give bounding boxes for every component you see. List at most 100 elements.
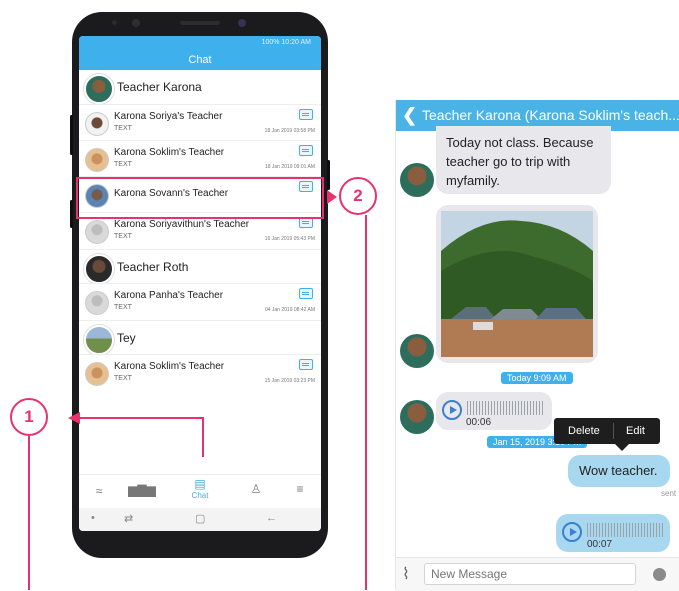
highlight-box — [76, 177, 324, 219]
chat-row[interactable]: Karona Panha's Teacher TEXT 04 Jan 2019 … — [79, 283, 321, 320]
avatar — [400, 334, 434, 368]
power-button — [327, 160, 330, 190]
message-text: Today not class. Because teacher go to t… — [446, 135, 594, 188]
app-bar-title: Chat — [79, 50, 321, 70]
landscape-photo — [441, 211, 593, 357]
avatar — [85, 362, 109, 386]
avatar — [85, 148, 109, 172]
callout-1: 1 — [10, 398, 48, 436]
chat-row[interactable]: Karona Soklim's Teacher TEXT 18 Jan 2019… — [79, 140, 321, 177]
edit-menu-item[interactable]: Edit — [626, 418, 645, 444]
android-nav-bar: • ⇄ ▢ ← — [79, 508, 321, 531]
tab-home-icon[interactable]: ≈ — [84, 484, 114, 498]
attach-icon[interactable]: ⌇ — [402, 564, 410, 584]
chat-date: 16 Jan 2019 05:43 PM — [264, 236, 315, 242]
group-name: Tey — [117, 331, 136, 345]
callout-2-line — [365, 215, 367, 590]
dot-icon[interactable]: • — [91, 512, 95, 524]
avatar — [85, 220, 109, 244]
group-header-teacher-karona[interactable]: Teacher Karona — [79, 70, 321, 104]
avatar — [85, 112, 109, 136]
chat-name: Karona Panha's Teacher — [114, 290, 224, 301]
bottom-tab-bar: ≈ ▆▇▆ ▤ Chat ♙ ≡ — [79, 474, 321, 509]
tab-chat-label: Chat — [191, 491, 209, 500]
chat-row[interactable]: Karona Soriya's Teacher TEXT 18 Jan 2019… — [79, 104, 321, 141]
bixby-button — [70, 200, 73, 228]
avatar — [84, 74, 114, 104]
chat-name: Karona Soklim's Teacher — [114, 361, 225, 372]
chat-type: TEXT — [114, 161, 132, 168]
chat-type: TEXT — [114, 304, 132, 311]
delete-menu-item[interactable]: Delete — [568, 418, 600, 444]
chat-row[interactable]: Karona Soklim's Teacher TEXT 15 Jan 2019… — [79, 354, 321, 391]
image-bubble[interactable] — [436, 205, 598, 363]
chat-name: Karona Soriyavithun's Teacher — [114, 219, 250, 230]
status-text: 100% 10:20 AM — [261, 39, 311, 46]
status-bar: 100% 10:20 AM — [79, 36, 321, 50]
audio-waveform — [467, 401, 545, 415]
play-icon[interactable] — [442, 400, 462, 420]
avatar — [400, 163, 434, 197]
tab-school-icon[interactable]: ▆▇▆ — [127, 483, 157, 497]
context-menu: Delete Edit — [554, 418, 660, 444]
earpiece-icon — [180, 21, 220, 25]
avatar — [85, 291, 109, 315]
audio-waveform — [587, 523, 663, 537]
chat-type: TEXT — [114, 233, 132, 240]
callout-1-arrow-vertical — [202, 417, 204, 457]
chat-date: 15 Jan 2019 03:23 PM — [264, 378, 315, 384]
chat-type: TEXT — [114, 375, 132, 382]
tab-profile-icon[interactable]: ♙ — [241, 482, 271, 496]
back-arrow-icon[interactable]: ❮ — [402, 100, 417, 131]
avatar — [84, 325, 114, 355]
avatar — [84, 254, 114, 284]
chat-icon: ▤ — [194, 477, 206, 491]
callout-1-line — [28, 436, 30, 590]
tab-chat[interactable]: ▤ Chat — [185, 477, 215, 500]
audio-duration: 00:07 — [587, 539, 613, 550]
menu-pointer — [615, 444, 629, 451]
outgoing-text: Wow teacher. — [579, 463, 658, 478]
message-bubble-outgoing[interactable]: Wow teacher. — [568, 455, 670, 487]
chat-type: TEXT — [114, 125, 132, 132]
sensor-icon — [112, 20, 117, 25]
audio-duration: 00:06 — [466, 417, 492, 428]
phone-screen: 100% 10:20 AM Chat Teacher Karona Karona… — [79, 36, 321, 531]
chat-name: Karona Soklim's Teacher — [114, 147, 225, 158]
message-bubble-incoming[interactable]: Today not class. Because teacher go to t… — [436, 126, 611, 194]
chat-date: 18 Jan 2019 09:01 AM — [264, 164, 315, 170]
chat-name: Karona Soriya's Teacher — [114, 111, 223, 122]
message-icon[interactable] — [299, 145, 313, 156]
home-icon[interactable]: ▢ — [195, 512, 205, 525]
group-name: Teacher Karona — [117, 80, 202, 94]
play-icon[interactable] — [562, 522, 582, 542]
timestamp-today: Today 9:09 AM — [501, 372, 573, 384]
sent-status: sent — [661, 489, 677, 498]
chat-date: 04 Jan 2019 08:42 AM — [264, 307, 315, 313]
message-input-bar: ⌇ — [396, 557, 679, 591]
message-icon[interactable] — [299, 288, 313, 299]
audio-bubble-incoming[interactable]: 00:06 — [436, 392, 552, 430]
callout-1-arrow-horizontal — [80, 417, 204, 419]
message-input[interactable] — [424, 563, 636, 585]
front-camera-icon — [132, 19, 140, 27]
group-header-teacher-roth[interactable]: Teacher Roth — [79, 249, 321, 284]
audio-bubble-outgoing[interactable]: 00:07 — [556, 514, 670, 552]
avatar — [400, 400, 434, 434]
back-icon[interactable]: ← — [266, 512, 277, 524]
iris-camera-icon — [238, 19, 246, 27]
volume-button — [70, 115, 73, 155]
conversation-panel: ❮ Teacher Karona (Karona Soklim's teach.… — [395, 100, 679, 591]
message-icon[interactable] — [299, 359, 313, 370]
callout-2: 2 — [339, 177, 377, 215]
tab-menu-icon[interactable]: ≡ — [285, 482, 315, 496]
chat-date: 18 Jan 2019 03:58 PM — [264, 128, 315, 134]
group-header-tey[interactable]: Tey — [79, 320, 321, 355]
arrow-right-icon — [327, 190, 337, 204]
menu-divider — [613, 423, 614, 439]
group-name: Teacher Roth — [117, 260, 189, 274]
recents-icon[interactable]: ⇄ — [124, 512, 133, 525]
message-icon[interactable] — [299, 109, 313, 120]
arrow-left-icon — [68, 412, 80, 424]
send-icon[interactable] — [653, 568, 666, 581]
